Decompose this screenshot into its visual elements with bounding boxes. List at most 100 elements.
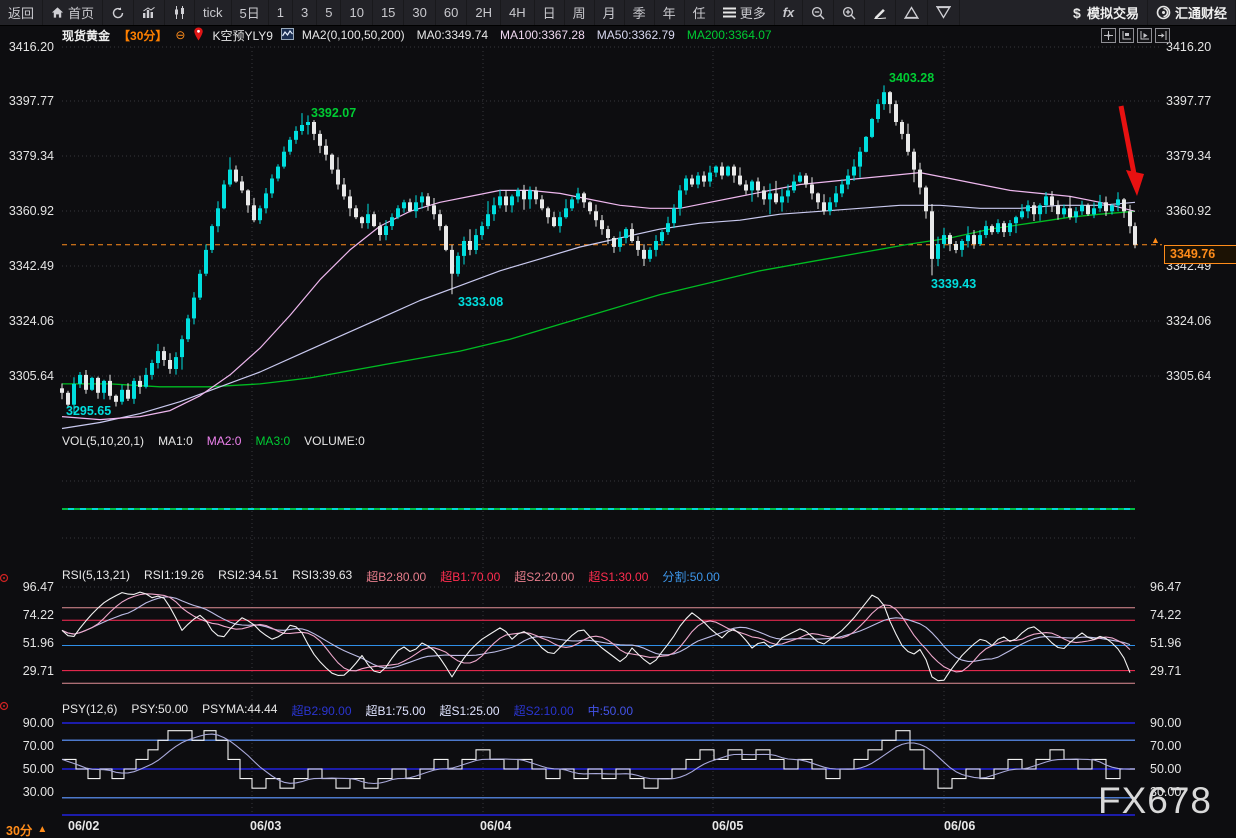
candle-body <box>558 217 562 226</box>
tf-month-button-label: 月 <box>603 3 616 22</box>
tf-5day-button[interactable]: 5日 <box>232 0 269 25</box>
tf-custom-button[interactable]: 任 <box>685 0 715 25</box>
legend-item: MA200:3364.07 <box>687 28 772 42</box>
candle-body <box>600 220 604 229</box>
volume-legend: VOL(5,10,20,1)MA1:0MA2:0MA3:0VOLUME:0 <box>62 434 365 448</box>
zoom-in-button[interactable] <box>834 0 865 25</box>
axis-scale-icon[interactable] <box>1119 28 1134 43</box>
sim-trading-button[interactable]: $ 模拟交易 <box>1065 0 1148 25</box>
footer-timeframe[interactable]: 30分 ▲ <box>6 820 47 838</box>
tf-4h-button[interactable]: 4H <box>501 0 535 25</box>
top-toolbar: 返回首页 tick5日1351015 30 602H4H 日周月季年任更多fx $ 模拟交易… <box>0 0 1236 26</box>
tf-5-button[interactable]: 5 <box>317 0 341 25</box>
legend-item: PSY(12,6) <box>62 702 117 719</box>
candle-body <box>234 170 238 182</box>
candle-body <box>222 185 226 209</box>
candle-body <box>654 241 658 250</box>
pin-icon[interactable] <box>193 27 204 44</box>
candle-body <box>828 202 832 211</box>
zoom-out-button[interactable] <box>803 0 834 25</box>
candle-body <box>372 214 376 226</box>
candle-body <box>78 375 82 384</box>
tf-30-button-label: 30 <box>412 5 426 20</box>
candle-body <box>726 167 730 176</box>
tf-tick-button[interactable]: tick <box>195 0 232 25</box>
indicator-fx-button[interactable]: fx <box>775 0 804 25</box>
candle-body <box>954 244 958 250</box>
tf-week-button[interactable]: 周 <box>565 0 595 25</box>
tf-day-button[interactable]: 日 <box>535 0 565 25</box>
candle-body <box>324 146 328 155</box>
candle-body <box>984 226 988 235</box>
candle-body <box>96 378 100 393</box>
triangle-up-button[interactable] <box>896 0 928 25</box>
candle-body <box>552 217 556 226</box>
snap-right-icon[interactable] <box>1155 28 1170 43</box>
psy-axis-label-left: 30.00 <box>4 785 54 799</box>
candle-body <box>540 199 544 208</box>
back-button[interactable]: 返回 <box>0 0 43 25</box>
candle-body <box>126 390 130 399</box>
candle-body <box>642 250 646 259</box>
crosshair-icon[interactable] <box>1101 28 1116 43</box>
tf-10-button[interactable]: 10 <box>341 0 372 25</box>
candle-body <box>888 92 892 104</box>
refresh-button[interactable] <box>103 0 134 25</box>
draw-pencil-button[interactable] <box>865 0 896 25</box>
study-chart-icon[interactable] <box>281 28 294 43</box>
tf-2h-button[interactable]: 2H <box>467 0 501 25</box>
collapse-circle-icon[interactable]: ⊖ <box>175 28 185 42</box>
candle-body <box>648 250 652 259</box>
candle-body <box>1020 211 1024 217</box>
tf-quarter-button[interactable]: 季 <box>625 0 655 25</box>
candle-chart-button[interactable] <box>165 0 195 25</box>
home-button[interactable]: 首页 <box>43 0 103 25</box>
candle-body <box>102 381 106 393</box>
legend-item: PSYMA:44.44 <box>202 702 277 719</box>
psy-axis-label-left: 50.00 <box>4 762 54 776</box>
main-axis-label-right: 3305.64 <box>1166 369 1211 383</box>
candle-body <box>804 176 808 185</box>
candle-body <box>840 185 844 194</box>
candle-body <box>1110 205 1114 211</box>
candle-body <box>618 238 622 247</box>
more-button[interactable]: 更多 <box>715 0 775 25</box>
triangle-down-button[interactable] <box>928 0 960 25</box>
candle-body <box>486 214 490 226</box>
candle-body <box>942 235 946 244</box>
candle-body <box>1002 223 1006 232</box>
candle-body <box>798 176 802 182</box>
candle-body <box>774 193 778 202</box>
candle-body <box>300 125 304 131</box>
candle-body <box>588 202 592 211</box>
tf-3-button[interactable]: 3 <box>293 0 317 25</box>
tf-15-button[interactable]: 15 <box>373 0 404 25</box>
candle-body <box>918 170 922 188</box>
bar-chart-button[interactable] <box>134 0 165 25</box>
candle-body <box>402 202 406 208</box>
fx678-brand[interactable]: 汇通财经 <box>1148 0 1236 25</box>
tf-60-button[interactable]: 60 <box>436 0 467 25</box>
tf-30-button[interactable]: 30 <box>404 0 435 25</box>
candle-body <box>360 217 364 223</box>
price-marker-icon: ▲ <box>1151 235 1160 245</box>
tf-1-button[interactable]: 1 <box>269 0 293 25</box>
timeframe-label: 【30分】 <box>118 27 167 44</box>
tf-year-button[interactable]: 年 <box>655 0 685 25</box>
candle-body <box>870 119 874 137</box>
candle-body <box>630 229 634 241</box>
dollar-icon: $ <box>1073 6 1083 20</box>
candle-body <box>636 241 640 250</box>
tf-month-button[interactable]: 月 <box>595 0 625 25</box>
tf-day-button-label: 日 <box>543 3 556 22</box>
rsi-legend: RSI(5,13,21)RSI1:19.26RSI2:34.51RSI3:39.… <box>62 568 720 585</box>
refresh-icon <box>111 6 125 20</box>
candle-body <box>1133 226 1137 245</box>
sim-trading-button-label: 模拟交易 <box>1087 3 1139 22</box>
price-annotation: 3392.07 <box>311 106 356 120</box>
candle-body <box>354 208 358 217</box>
main-axis-label-right: 3360.92 <box>1166 204 1211 218</box>
candle-body <box>822 202 826 211</box>
candle-body <box>1128 211 1132 226</box>
axis-play-icon[interactable] <box>1137 28 1152 43</box>
